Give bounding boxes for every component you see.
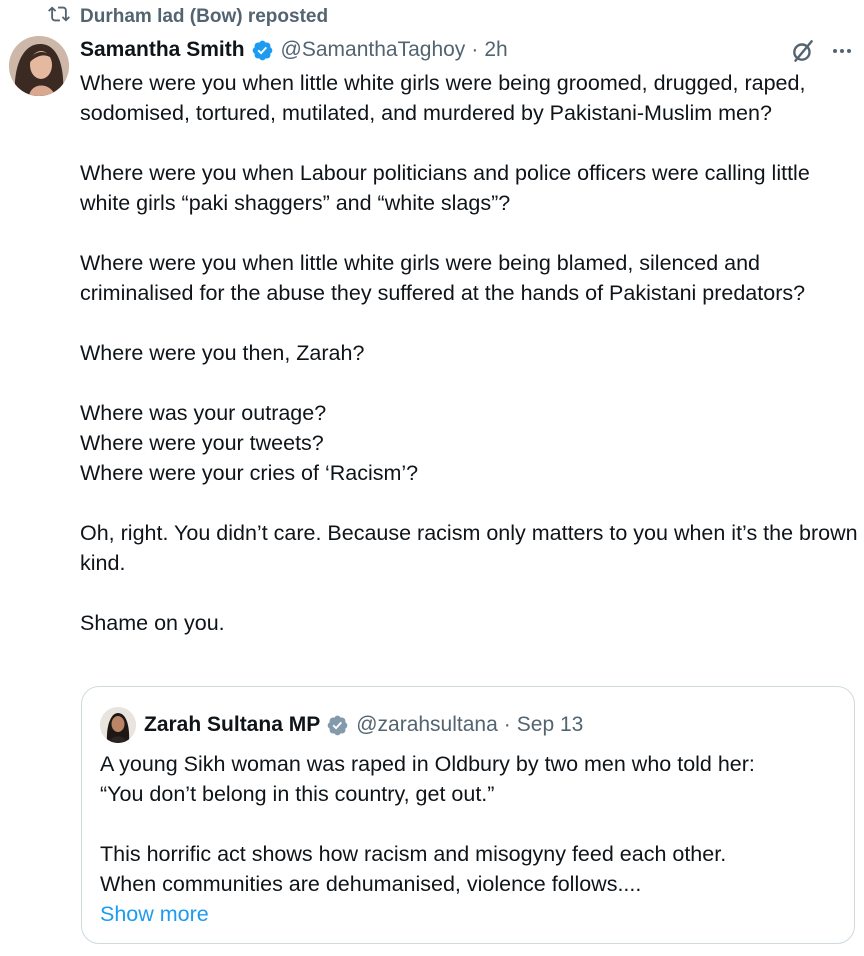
repost-text: Durham lad (Bow) reposted — [80, 6, 329, 27]
quoted-tweet-timestamp[interactable]: Sep 13 — [517, 713, 584, 737]
author-handle[interactable]: @SamanthaTaghoy — [281, 38, 466, 62]
quoted-tweet-header: Zarah Sultana MP @zarahsultana · Sep 13 — [100, 707, 583, 743]
author-name[interactable]: Samantha Smith — [80, 38, 245, 62]
repost-icon — [48, 3, 70, 31]
tweet-header-actions — [790, 38, 854, 64]
grok-icon[interactable] — [790, 38, 816, 64]
quoted-author-name[interactable]: Zarah Sultana MP — [144, 713, 320, 737]
quoted-separator-dot: · — [503, 713, 511, 736]
repost-indicator[interactable]: Durham lad (Bow) reposted — [48, 5, 328, 29]
quoted-tweet-card[interactable]: Zarah Sultana MP @zarahsultana · Sep 13 … — [81, 686, 855, 944]
more-icon[interactable] — [830, 39, 854, 63]
tweet-text: Where were you when little white girls w… — [80, 71, 858, 635]
quoted-author-handle[interactable]: @zarahsultana — [356, 713, 498, 737]
tweet-header: Samantha Smith @SamanthaTaghoy · 2h — [80, 36, 508, 64]
avatar[interactable] — [9, 36, 69, 96]
government-verified-badge-icon[interactable] — [326, 714, 349, 737]
quoted-avatar — [100, 707, 136, 743]
separator-dot: · — [471, 38, 479, 61]
quoted-tweet-text: A young Sikh woman was raped in Oldbury … — [100, 752, 755, 896]
tweet-timestamp[interactable]: 2h — [484, 38, 507, 62]
verified-badge-icon[interactable] — [251, 39, 274, 62]
show-more-link[interactable]: Show more — [100, 899, 209, 929]
